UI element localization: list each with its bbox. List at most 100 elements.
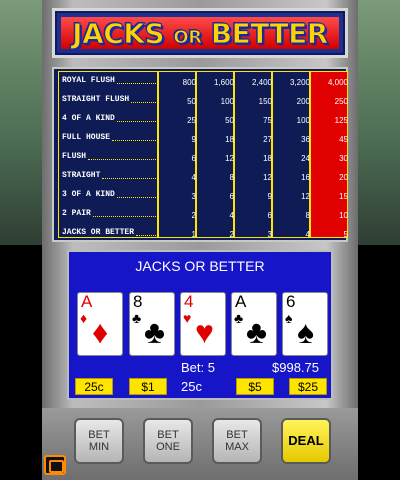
card-rank: A — [81, 292, 93, 311]
paytable-dot-leader — [117, 83, 156, 84]
paytable-payout-cell: 100 — [220, 97, 234, 106]
deal-button[interactable]: DEAL — [281, 418, 331, 464]
credit-balance: $998.75 — [272, 360, 319, 375]
paytable-hand-label: 4 OF A KIND — [62, 114, 115, 123]
paytable-payout-cell: 250 — [334, 97, 348, 106]
paytable-payout-cell: 2 — [229, 230, 234, 239]
paytable-payout-cell: 6 — [191, 154, 196, 163]
paytable-payout-cell: 15 — [339, 192, 348, 201]
bet-min-button[interactable]: BET MIN — [74, 418, 124, 464]
paytable-payout-cell: 150 — [258, 97, 272, 106]
paytable-payout-cell: 18 — [263, 154, 272, 163]
paytable-payout-cell: 12 — [301, 192, 310, 201]
paytable-payout-cell: 27 — [263, 135, 272, 144]
paytable-payout-cell: 9 — [191, 135, 196, 144]
bet-amount: Bet: 5 — [181, 360, 215, 375]
paytable-hand-label: 2 PAIR — [62, 209, 91, 218]
paytable-dot-leader — [112, 140, 156, 141]
paytable-dot-leader — [117, 197, 156, 198]
paytable-payout-cell: 4 — [229, 211, 234, 220]
card-suit-icon: ♦ — [92, 314, 109, 350]
playing-card-2[interactable]: 8 ♣ ♣ — [129, 292, 175, 356]
card-rank: 6 — [286, 292, 296, 311]
paytable-payout-cell: 125 — [334, 116, 348, 125]
paytable-payout-cell: 16 — [301, 173, 310, 182]
paytable-payout-cell: 45 — [339, 135, 348, 144]
paytable-row: 3 OF A KIND 3 6 9 12 15 — [58, 187, 348, 206]
paytable-payout-cell: 3,200 — [289, 78, 310, 87]
paytable-hand-label: FLUSH — [62, 152, 87, 161]
paytable-payout-cell: 5 — [343, 230, 348, 239]
card-suit-icon: ♣ — [144, 314, 165, 350]
bet-one-button[interactable]: BET ONE — [143, 418, 193, 464]
paytable-payout-cell: 24 — [301, 154, 310, 163]
paytable-payout-cell: 12 — [263, 173, 272, 182]
paytable-payout-cell: 4 — [305, 230, 310, 239]
playing-card-1[interactable]: A ♦ ♦ — [77, 292, 123, 356]
button-panel: BET MIN BET ONE BET MAX DEAL — [42, 408, 358, 480]
paytable-payout-cell: 1,600 — [213, 78, 234, 87]
card-rank: A — [235, 292, 247, 311]
paytable-payout-cell: 200 — [296, 97, 310, 106]
paytable-hand-label: STRAIGHT FLUSH — [62, 95, 130, 104]
playing-card-5[interactable]: 6 ♠ ♠ — [282, 292, 328, 356]
paytable-row: ROYAL FLUSH 800 1,600 2,400 3,200 4,000 — [58, 73, 348, 92]
paytable-payout-cell: 800 — [182, 78, 196, 87]
card-suit-icon: ♠ — [297, 314, 314, 350]
paytable-payout-cell: 1 — [191, 230, 196, 239]
paytable-payout-cell: 6 — [229, 192, 234, 201]
paytable-hand-label: JACKS OR BETTER — [62, 228, 135, 237]
paytable-row: JACKS OR BETTER 1 2 3 4 5 — [58, 225, 348, 244]
paytable-row: STRAIGHT 4 8 12 16 20 — [58, 168, 348, 187]
paytable-payout-cell: 8 — [305, 211, 310, 220]
menu-icon[interactable] — [44, 455, 66, 475]
game-screen: JACKS OR BETTER A ♦ ♦ 8 ♣ ♣ 4 ♥ ♥ A ♣ ♣ 6 ♠ ♠ Bet: 5 $… — [67, 250, 333, 400]
paytable-payout-cell: 30 — [339, 154, 348, 163]
paytable-payout-cell: 4,000 — [327, 78, 348, 87]
paytable-payout-cell: 3 — [191, 192, 196, 201]
paytable-payout-cell: 50 — [225, 116, 234, 125]
paytable-dot-leader — [117, 121, 156, 122]
paytable-hand-label: 3 OF A KIND — [62, 190, 115, 199]
paytable-dot-leader — [93, 216, 156, 217]
card-rank: 4 — [184, 292, 194, 311]
bet-max-button[interactable]: BET MAX — [212, 418, 262, 464]
paytable-row: STRAIGHT FLUSH 50 100 150 200 250 — [58, 92, 348, 111]
coin-5-button[interactable]: $5 — [236, 378, 274, 395]
paytable-payout-cell: 10 — [339, 211, 348, 220]
playing-card-3[interactable]: 4 ♥ ♥ — [180, 292, 226, 356]
card-suit-small-icon: ♣ — [132, 310, 142, 326]
game-title: JACKS OR BETTER — [72, 16, 329, 50]
coin-1-button[interactable]: $1 — [129, 378, 167, 395]
card-suit-icon: ♣ — [246, 314, 267, 350]
paytable-payout-cell: 25 — [187, 116, 196, 125]
paytable-payout-cell: 3 — [267, 230, 272, 239]
card-suit-small-icon: ♣ — [234, 310, 244, 326]
card-suit-small-icon: ♥ — [183, 310, 192, 326]
paytable-payout-cell: 75 — [263, 116, 272, 125]
paytable-payout-cell: 6 — [267, 211, 272, 220]
playing-card-4[interactable]: A ♣ ♣ — [231, 292, 277, 356]
title-marquee: JACKS OR BETTER — [52, 8, 348, 58]
paytable-payout-cell: 18 — [225, 135, 234, 144]
paytable-payout-cell: 100 — [296, 116, 310, 125]
paytable-row: 4 OF A KIND 25 50 75 100 125 — [58, 111, 348, 130]
paytable-dot-leader — [88, 159, 156, 160]
coin-25-button[interactable]: $25 — [289, 378, 327, 395]
coin-25c-button[interactable]: 25c — [75, 378, 113, 395]
denomination-display: 25c — [181, 379, 202, 394]
paytable-dot-leader — [102, 178, 156, 179]
paytable-payout-cell: 2 — [191, 211, 196, 220]
paytable-hand-label: STRAIGHT — [62, 171, 101, 180]
paytable-row: FULL HOUSE 9 18 27 36 45 — [58, 130, 348, 149]
paytable-payout-cell: 12 — [225, 154, 234, 163]
card-suit-icon: ♥ — [195, 314, 214, 350]
paytable-payout-cell: 36 — [301, 135, 310, 144]
paytable-hand-label: ROYAL FLUSH — [62, 76, 115, 85]
card-suit-small-icon: ♦ — [80, 310, 88, 326]
paytable-row: 2 PAIR 2 4 6 8 10 — [58, 206, 348, 225]
paytable-payout-cell: 9 — [267, 192, 272, 201]
paytable-payout-cell: 20 — [339, 173, 348, 182]
paytable: ROYAL FLUSH 800 1,600 2,400 3,200 4,000 STRAIG… — [52, 67, 348, 242]
card-suit-small-icon: ♠ — [285, 310, 293, 326]
